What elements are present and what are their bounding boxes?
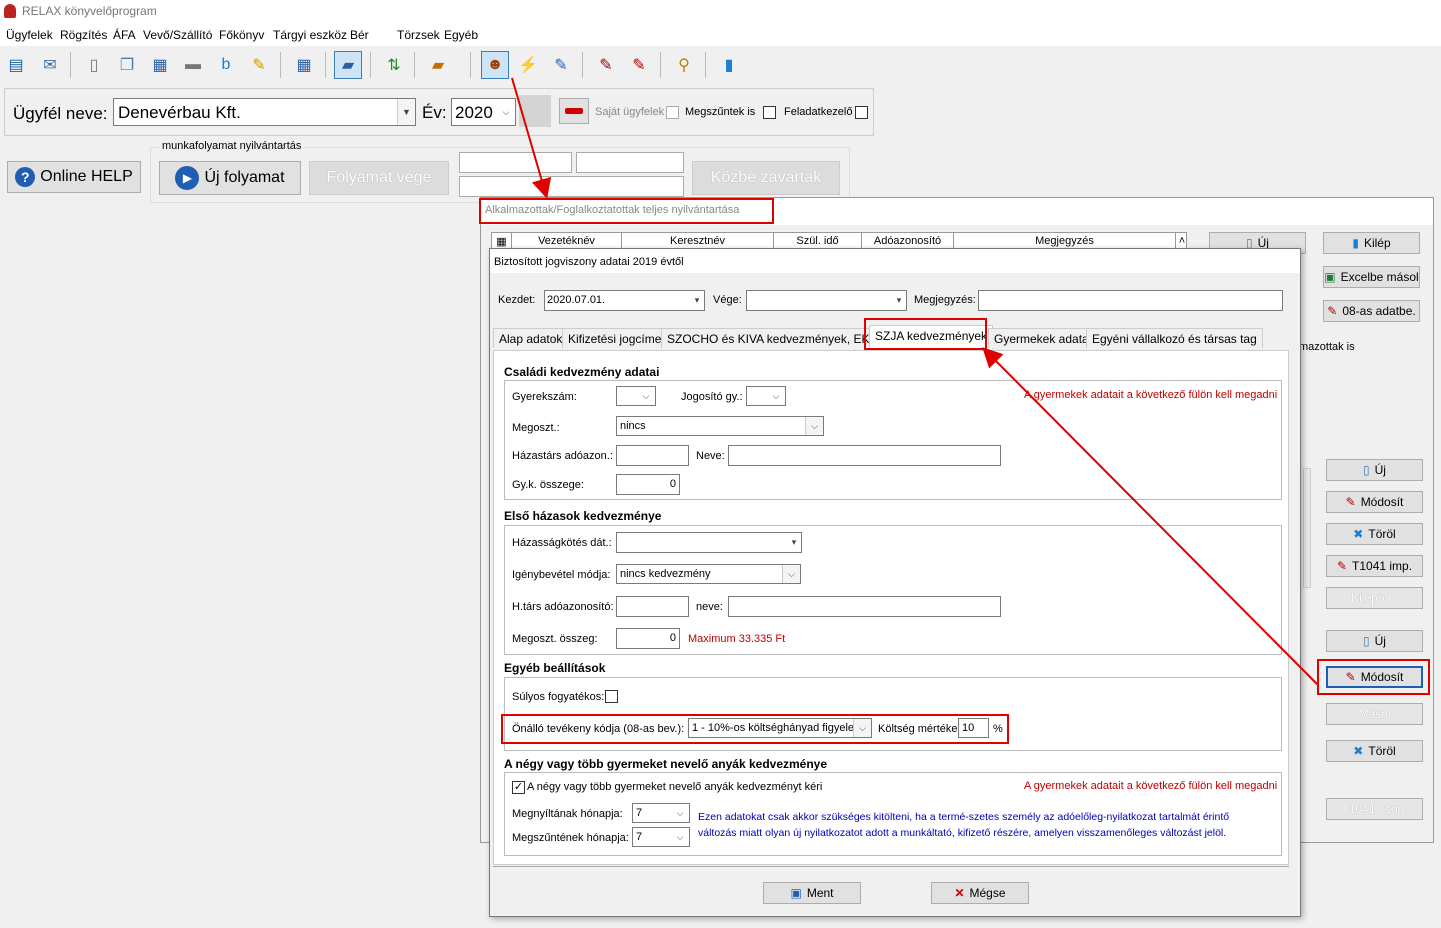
arrow-toolbar-to-window	[511, 77, 552, 199]
annotation-arrows	[511, 77, 1319, 686]
arrow-edit-to-tab	[982, 347, 1319, 686]
